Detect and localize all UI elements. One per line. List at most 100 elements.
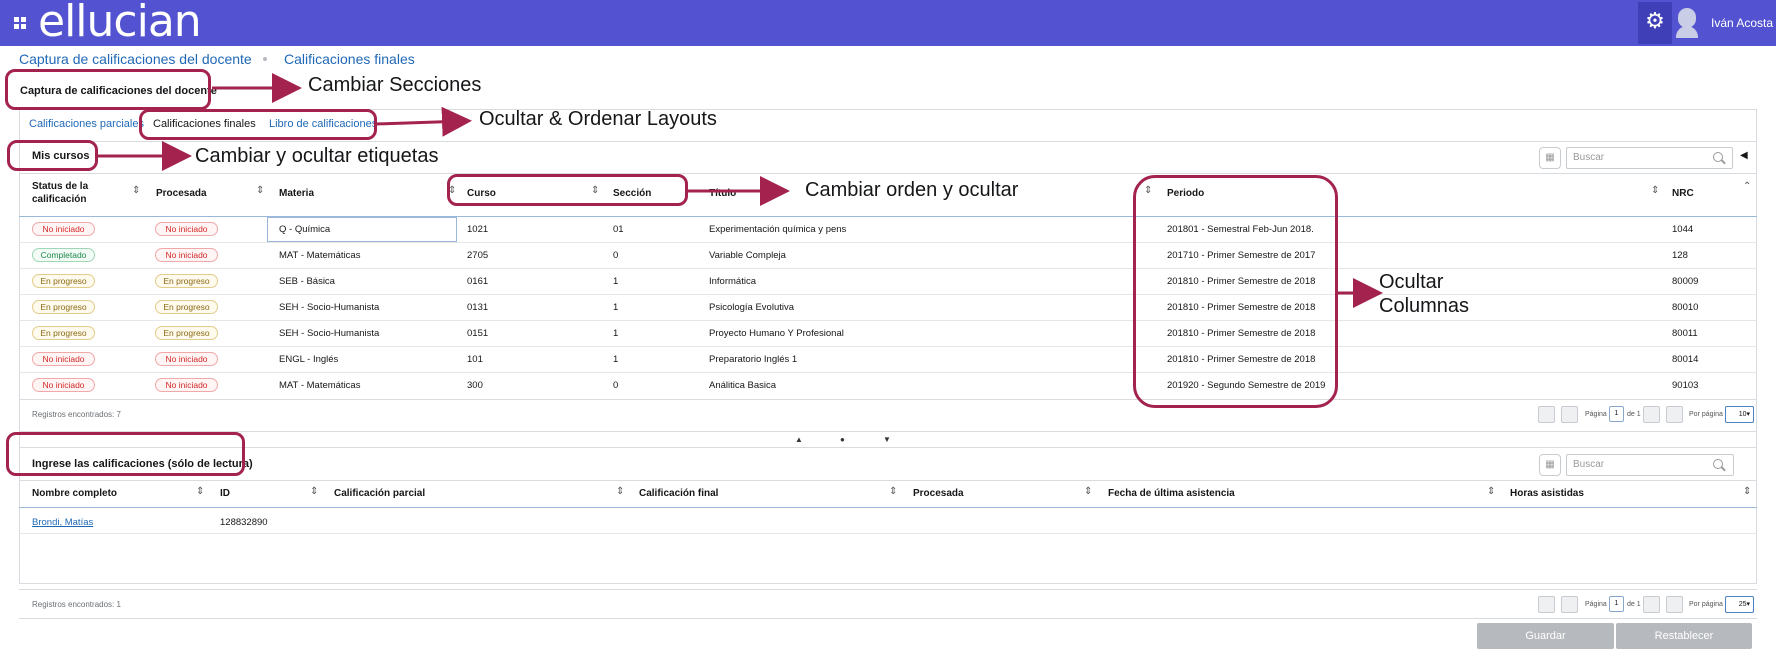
splitter-line: [19, 431, 1757, 432]
search-icon[interactable]: [1713, 152, 1723, 162]
cell-crn: 128: [1672, 250, 1688, 261]
columns-icon: ▦: [1545, 152, 1555, 163]
header-processed[interactable]: Procesada: [156, 187, 207, 200]
header-partial-grade[interactable]: Calificación parcial: [334, 487, 425, 500]
sort-icon[interactable]: ⇕: [132, 185, 140, 196]
header-status[interactable]: Status de la calificación: [32, 180, 122, 206]
cell-course: 0151: [467, 328, 489, 339]
row-divider: [19, 294, 1757, 295]
expand-up-icon[interactable]: ▲: [795, 435, 803, 444]
header-final-grade[interactable]: Calificación final: [639, 487, 718, 500]
grades-footer-bottom: [19, 618, 1757, 619]
splitter-dot-icon[interactable]: ●: [840, 435, 845, 444]
breadcrumb-separator: [263, 57, 267, 61]
cell-subject: SEH - Socio-Humanista: [279, 302, 380, 313]
sort-icon[interactable]: ⇕: [1743, 486, 1751, 497]
sort-icon[interactable]: ⇕: [616, 486, 624, 497]
cell-section: 1: [613, 354, 619, 365]
per-page-select[interactable]: 25▾: [1725, 596, 1754, 613]
status-badge: No iniciado: [32, 378, 95, 392]
annotation-text-columns-2: Columnas: [1379, 295, 1470, 317]
cell-course: 300: [467, 380, 483, 391]
gear-icon[interactable]: ⚙: [1641, 8, 1669, 34]
columns-settings-button[interactable]: ▦: [1539, 147, 1561, 169]
breadcrumb-item-second[interactable]: Calificaciones finales: [284, 51, 415, 67]
header-full-name[interactable]: Nombre completo: [32, 487, 117, 500]
sort-asc-icon[interactable]: ⌃: [1743, 181, 1751, 192]
collapse-arrow-icon[interactable]: ◀: [1740, 150, 1748, 161]
next-page-button[interactable]: [1643, 596, 1660, 613]
save-button[interactable]: Guardar: [1477, 623, 1614, 649]
next-page-button[interactable]: [1643, 406, 1660, 423]
per-page-select[interactable]: 10▾: [1725, 406, 1754, 423]
processed-badge: No iniciado: [155, 248, 218, 262]
status-badge: En progreso: [32, 326, 95, 340]
cell-crn: 80009: [1672, 276, 1699, 287]
grades-search-input[interactable]: Buscar: [1566, 454, 1734, 476]
sort-icon[interactable]: ⇕: [1651, 185, 1659, 196]
first-page-button[interactable]: [1538, 596, 1555, 613]
cell-title: Preparatorio Inglés 1: [709, 354, 798, 365]
grades-header-bottom: [19, 507, 1757, 508]
processed-badge: En progreso: [155, 300, 218, 314]
annotation-text-columns-1: Ocultar: [1379, 271, 1444, 293]
last-page-button[interactable]: [1666, 596, 1683, 613]
header-crn[interactable]: NRC: [1672, 187, 1694, 200]
courses-search-input[interactable]: Buscar: [1566, 147, 1733, 169]
cell-section: 1: [613, 276, 619, 287]
student-name-link[interactable]: Brondi, Matías: [32, 517, 93, 528]
cell-course: 0131: [467, 302, 489, 313]
annotation-box-layouts: [139, 109, 377, 140]
cell-title: Análitica Basica: [709, 380, 777, 391]
header-last-attendance[interactable]: Fecha de última asistencia: [1108, 487, 1235, 500]
cell-course: 101: [467, 354, 483, 365]
header-processed[interactable]: Procesada: [913, 487, 964, 500]
status-badge: En progreso: [32, 274, 95, 288]
row-divider: [19, 320, 1757, 321]
reset-button[interactable]: Restablecer: [1616, 623, 1752, 649]
courses-records-count: Registros encontrados: 7: [32, 410, 121, 419]
prev-page-button[interactable]: [1561, 406, 1578, 423]
top-bar: [0, 0, 1776, 46]
sort-icon[interactable]: ⇕: [196, 486, 204, 497]
page-input[interactable]: 1: [1609, 406, 1624, 422]
expand-down-icon[interactable]: ▼: [883, 435, 891, 444]
per-page-value: 10: [1738, 411, 1747, 418]
page-of-label: de 1: [1627, 411, 1641, 418]
annotation-text-order: Cambiar orden y ocultar: [805, 179, 1019, 201]
header-subject[interactable]: Materia: [279, 187, 314, 200]
cell-course: 0161: [467, 276, 489, 287]
user-name[interactable]: Iván Acosta: [1711, 16, 1773, 30]
cell-section: 0: [613, 380, 619, 391]
last-page-button[interactable]: [1666, 406, 1683, 423]
sort-icon[interactable]: ⇕: [1487, 486, 1495, 497]
sort-icon[interactable]: ⇕: [889, 486, 897, 497]
header-id[interactable]: ID: [220, 487, 230, 500]
user-avatar-icon[interactable]: [1676, 8, 1698, 38]
annotation-box-columns: [1133, 175, 1338, 408]
page-label: Página: [1585, 411, 1607, 418]
cell-crn: 90103: [1672, 380, 1699, 391]
grades-section-top: [19, 447, 1757, 448]
prev-page-button[interactable]: [1561, 596, 1578, 613]
breadcrumb-item-first[interactable]: Captura de calificaciones del docente: [19, 51, 252, 67]
menu-grid-icon[interactable]: [14, 17, 26, 29]
cell-id: 128832890: [220, 517, 268, 528]
annotation-box-grades-title: [6, 432, 245, 476]
cell-crn: 80010: [1672, 302, 1699, 313]
search-icon[interactable]: [1713, 459, 1723, 469]
grades-columns-settings-button[interactable]: ▦: [1539, 454, 1561, 476]
sort-icon[interactable]: ⇕: [310, 486, 318, 497]
header-title[interactable]: Título: [709, 187, 736, 200]
sort-icon[interactable]: ⇕: [1084, 486, 1092, 497]
tab-partial-grades[interactable]: Calificaciones parciales: [29, 118, 144, 130]
sort-icon[interactable]: ⇕: [256, 185, 264, 196]
page-input[interactable]: 1: [1609, 596, 1624, 612]
cell-crn: 80014: [1672, 354, 1699, 365]
cell-section: 01: [613, 224, 624, 235]
logo[interactable]: ellucian: [38, 0, 202, 47]
first-page-button[interactable]: [1538, 406, 1555, 423]
cell-title: Proyecto Humano Y Profesional: [709, 328, 844, 339]
header-hours[interactable]: Horas asistidas: [1510, 487, 1584, 500]
row-divider: [19, 268, 1757, 269]
